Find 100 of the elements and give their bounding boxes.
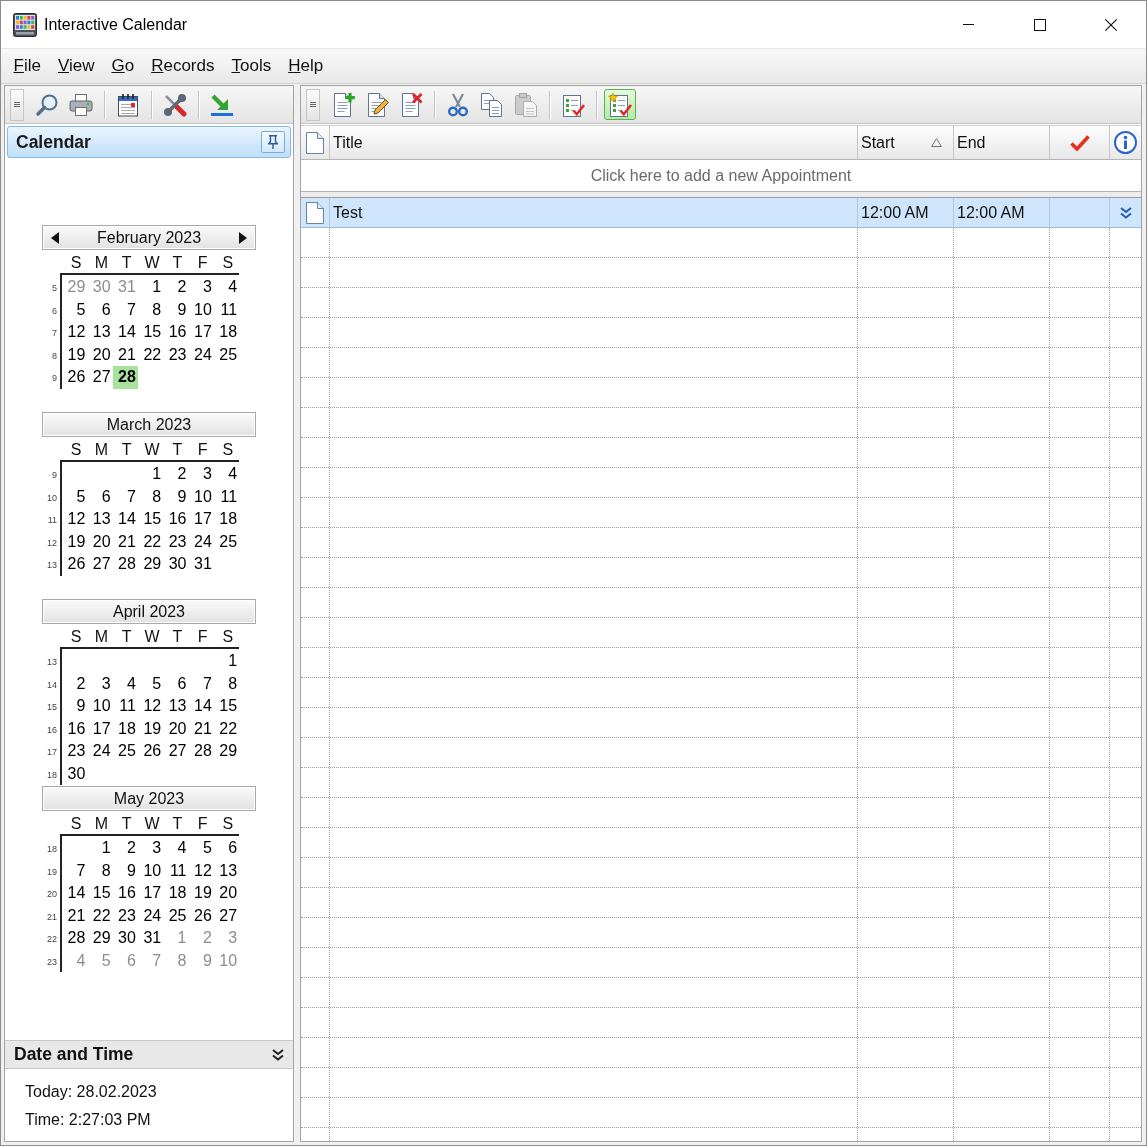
- calendar-day[interactable]: 28: [112, 553, 138, 576]
- next-month-button[interactable]: [239, 231, 247, 244]
- calendar-day[interactable]: 23: [163, 343, 189, 366]
- calendar-day[interactable]: 8: [137, 298, 164, 321]
- calendar-day[interactable]: 18: [163, 882, 189, 905]
- calendar-day[interactable]: 1: [137, 463, 164, 486]
- menu-item[interactable]: Go: [102, 54, 143, 78]
- calendar-day[interactable]: 31: [188, 553, 214, 576]
- calendar-day[interactable]: 20: [163, 717, 189, 740]
- column-header[interactable]: Start: [858, 126, 954, 159]
- menu-item[interactable]: File: [5, 54, 50, 78]
- calendar-day[interactable]: 22: [87, 904, 113, 927]
- calendar-day[interactable]: 11: [213, 298, 240, 321]
- calendar-day[interactable]: 7: [112, 485, 138, 508]
- calendar-day[interactable]: 16: [163, 321, 189, 344]
- calendar-day[interactable]: 3: [87, 672, 113, 695]
- calendar-day[interactable]: 11: [213, 485, 240, 508]
- calendar-day[interactable]: 30: [163, 553, 189, 576]
- calendar-day[interactable]: 1: [87, 837, 113, 860]
- calendar-day[interactable]: 5: [62, 298, 88, 321]
- calendar-day[interactable]: 3: [188, 463, 214, 486]
- calendar-day[interactable]: 19: [188, 882, 214, 905]
- calendar-day[interactable]: 15: [213, 695, 240, 718]
- calendar-day[interactable]: 5: [62, 485, 88, 508]
- calendar-day[interactable]: 2: [62, 672, 88, 695]
- calendar-day[interactable]: 9: [62, 695, 88, 718]
- calendar-day[interactable]: 31: [137, 927, 164, 950]
- calendar-day[interactable]: 28: [112, 366, 138, 389]
- new-row-prompt[interactable]: Click here to add a new Appointment: [301, 160, 1141, 191]
- calendar-day[interactable]: 14: [112, 508, 138, 531]
- calendar-day[interactable]: 23: [62, 740, 88, 763]
- calendar-day[interactable]: 27: [87, 366, 113, 389]
- calendar-day[interactable]: 27: [213, 904, 240, 927]
- column-header[interactable]: Title: [330, 126, 858, 159]
- calendar-day[interactable]: 28: [188, 740, 214, 763]
- calendar-day[interactable]: 22: [137, 530, 164, 553]
- calendar-day[interactable]: 19: [62, 343, 88, 366]
- double-chevron-down-icon[interactable]: [272, 1048, 284, 1061]
- calendar-day[interactable]: 8: [87, 859, 113, 882]
- calendar-day[interactable]: 19: [137, 717, 164, 740]
- calendar-day[interactable]: 14: [62, 882, 88, 905]
- column-header[interactable]: End: [954, 126, 1050, 159]
- calendar-day[interactable]: 3: [188, 276, 214, 299]
- calendar-day[interactable]: 6: [87, 485, 113, 508]
- calendar-day[interactable]: 1: [213, 650, 240, 673]
- calendar-day[interactable]: 14: [188, 695, 214, 718]
- calendar-day[interactable]: 3: [137, 837, 164, 860]
- calendar-day[interactable]: 4: [213, 463, 240, 486]
- calendar-day[interactable]: 16: [112, 882, 138, 905]
- calendar-day[interactable]: 18: [213, 508, 240, 531]
- calendar-day[interactable]: 4: [112, 672, 138, 695]
- calendar-day[interactable]: 10: [188, 298, 214, 321]
- calendar-day[interactable]: 21: [112, 530, 138, 553]
- calendar-day[interactable]: 26: [188, 904, 214, 927]
- previous-month-button[interactable]: [51, 231, 59, 244]
- calendar-day[interactable]: 17: [137, 882, 164, 905]
- calendar-day[interactable]: 12: [62, 321, 88, 344]
- calendar-day[interactable]: 17: [188, 508, 214, 531]
- calendar-day[interactable]: 21: [112, 343, 138, 366]
- calendar-day[interactable]: 26: [62, 366, 88, 389]
- calendar-day[interactable]: 24: [188, 530, 214, 553]
- calendar-day[interactable]: 18: [213, 321, 240, 344]
- calendar-day[interactable]: 21: [188, 717, 214, 740]
- calendar-day[interactable]: 17: [188, 321, 214, 344]
- calendar-day[interactable]: 16: [62, 717, 88, 740]
- menu-item[interactable]: Help: [279, 54, 332, 78]
- calendar-day[interactable]: 20: [213, 882, 240, 905]
- calendar-day[interactable]: 30: [87, 276, 113, 299]
- calendar-day[interactable]: 7: [62, 859, 88, 882]
- calendar-day[interactable]: 27: [163, 740, 189, 763]
- calendar-day[interactable]: 20: [87, 343, 113, 366]
- calendar-day[interactable]: 22: [213, 717, 240, 740]
- calendar-day[interactable]: 30: [62, 762, 88, 785]
- calendar-day[interactable]: 8: [137, 485, 164, 508]
- calendar-day[interactable]: 13: [163, 695, 189, 718]
- calendar-day[interactable]: 17: [87, 717, 113, 740]
- calendar-day[interactable]: 26: [62, 553, 88, 576]
- menu-item[interactable]: Tools: [223, 54, 280, 78]
- calendar-day[interactable]: 2: [163, 463, 189, 486]
- calendar-day[interactable]: 5: [188, 837, 214, 860]
- calendar-day[interactable]: 30: [112, 927, 138, 950]
- calendar-day[interactable]: 12: [137, 695, 164, 718]
- calendar-day[interactable]: 29: [137, 553, 164, 576]
- calendar-day[interactable]: 29: [213, 740, 240, 763]
- calendar-day[interactable]: 27: [87, 553, 113, 576]
- calendar-day[interactable]: 25: [112, 740, 138, 763]
- calendar-day[interactable]: 6: [87, 298, 113, 321]
- calendar-day[interactable]: 1: [137, 276, 164, 299]
- calendar-day[interactable]: 5: [137, 672, 164, 695]
- calendar-day[interactable]: 10: [137, 859, 164, 882]
- calendar-day[interactable]: 15: [137, 508, 164, 531]
- appointment-row[interactable]: Test 12:00 AM 12:00 AM: [301, 198, 1141, 228]
- calendar-day[interactable]: 14: [112, 321, 138, 344]
- calendar-day[interactable]: 2: [163, 276, 189, 299]
- calendar-day[interactable]: 7: [188, 672, 214, 695]
- calendar-day[interactable]: 12: [188, 859, 214, 882]
- calendar-day[interactable]: 9: [163, 298, 189, 321]
- calendar-day[interactable]: 23: [112, 904, 138, 927]
- menu-item[interactable]: Records: [142, 54, 223, 78]
- calendar-day[interactable]: 15: [137, 321, 164, 344]
